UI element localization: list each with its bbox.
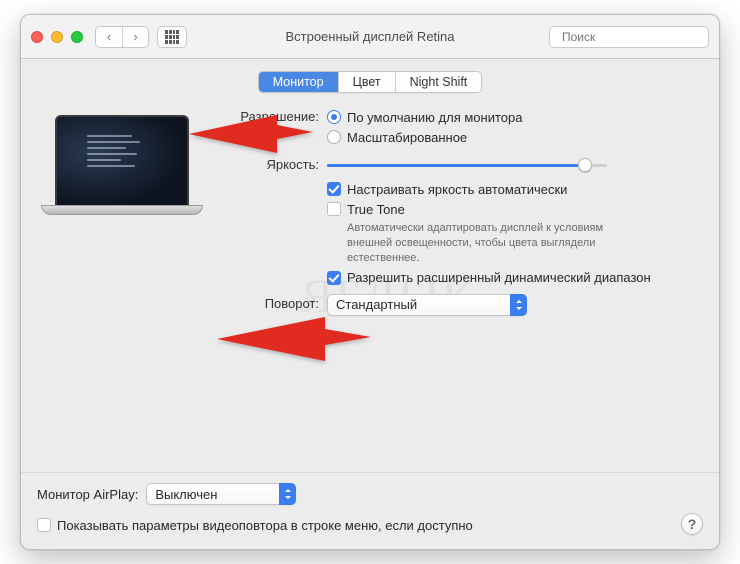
resolution-default-radio[interactable]: По умолчанию для монитора <box>327 107 701 127</box>
auto-brightness-checkbox[interactable]: Настраивать яркость автоматически <box>327 179 701 199</box>
checkbox-label: Показывать параметры видеоповтора в стро… <box>57 518 473 533</box>
chevron-up-down-icon <box>279 483 296 505</box>
radio-label: Масштабированное <box>347 130 467 145</box>
checkbox-label: Настраивать яркость автоматически <box>347 182 567 197</box>
footer: Монитор AirPlay: Выключен Показывать пар… <box>21 472 719 549</box>
resolution-scaled-radio[interactable]: Масштабированное <box>327 127 701 147</box>
checkbox-icon <box>327 271 341 285</box>
radio-label: По умолчанию для монитора <box>347 110 522 125</box>
truetone-description: Автоматически адаптировать дисплей к усл… <box>327 219 627 268</box>
select-value: Выключен <box>155 487 217 502</box>
pane-body: ЯБЛЫК Монитор Цвет Night Shift Разрешени… <box>21 59 719 472</box>
titlebar: ‹ › Встроенный дисплей Retina <box>21 15 719 59</box>
laptop-screen-icon <box>55 115 189 207</box>
search-field[interactable] <box>549 26 709 48</box>
minimize-icon[interactable] <box>51 31 63 43</box>
checkbox-icon <box>37 518 51 532</box>
radio-icon <box>327 130 341 144</box>
forward-button[interactable]: › <box>122 27 148 47</box>
checkbox-label: Разрешить расширенный динамический диапа… <box>347 270 651 285</box>
checkbox-icon <box>327 202 341 216</box>
display-preview <box>41 115 203 235</box>
zoom-icon[interactable] <box>71 31 83 43</box>
window-controls <box>31 31 87 43</box>
checkbox-label: True Tone <box>347 202 405 217</box>
tab-color[interactable]: Цвет <box>338 72 395 92</box>
truetone-checkbox[interactable]: True Tone <box>327 199 701 219</box>
close-icon[interactable] <box>31 31 43 43</box>
airplay-select[interactable]: Выключен <box>146 483 296 505</box>
rotation-label: Поворот: <box>215 294 327 311</box>
radio-icon <box>327 110 341 124</box>
help-button[interactable]: ? <box>681 513 703 535</box>
nav-back-forward: ‹ › <box>95 26 149 48</box>
checkbox-icon <box>327 182 341 196</box>
settings-form: Разрешение: По умолчанию для монитора Ма… <box>209 107 701 322</box>
select-value: Стандартный <box>336 297 417 312</box>
slider-thumb[interactable] <box>578 158 592 172</box>
show-all-button[interactable] <box>157 26 187 48</box>
tab-night-shift[interactable]: Night Shift <box>395 72 482 92</box>
grid-icon <box>165 30 179 44</box>
brightness-slider[interactable] <box>327 155 607 175</box>
slider-track <box>327 164 607 167</box>
rotation-select[interactable]: Стандартный <box>327 294 527 316</box>
laptop-base-icon <box>41 205 203 215</box>
slider-fill <box>327 164 585 167</box>
chevron-up-down-icon <box>510 294 527 316</box>
brightness-label: Яркость: <box>215 155 327 172</box>
preferences-window: ‹ › Встроенный дисплей Retina ЯБЛЫК Мони… <box>20 14 720 550</box>
airplay-label: Монитор AirPlay: <box>37 487 138 502</box>
tab-bar: Монитор Цвет Night Shift <box>258 71 483 93</box>
tab-monitor[interactable]: Монитор <box>259 72 338 92</box>
search-input[interactable] <box>560 29 719 45</box>
hdr-checkbox[interactable]: Разрешить расширенный динамический диапа… <box>327 268 701 288</box>
resolution-label: Разрешение: <box>215 107 327 124</box>
back-button[interactable]: ‹ <box>96 27 122 47</box>
show-mirroring-checkbox[interactable]: Показывать параметры видеоповтора в стро… <box>37 515 703 535</box>
